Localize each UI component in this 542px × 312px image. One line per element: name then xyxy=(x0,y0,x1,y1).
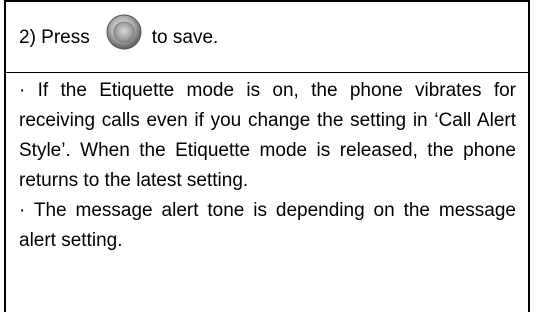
step-instruction: 2) Press to save. xyxy=(19,12,519,64)
notes-section: · If the Etiquette mode is on, the phone… xyxy=(19,76,516,256)
note-etiquette: · If the Etiquette mode is on, the phone… xyxy=(19,80,516,191)
step-suffix: to save. xyxy=(151,27,219,48)
divider xyxy=(6,72,528,73)
info-box: 2) Press to save. · If the Etiquette mod… xyxy=(4,0,530,312)
step-prefix: 2) Press xyxy=(19,27,90,48)
note-message-alert: · The message alert tone is depending on… xyxy=(19,200,516,251)
round-gray-button-icon xyxy=(104,12,144,52)
